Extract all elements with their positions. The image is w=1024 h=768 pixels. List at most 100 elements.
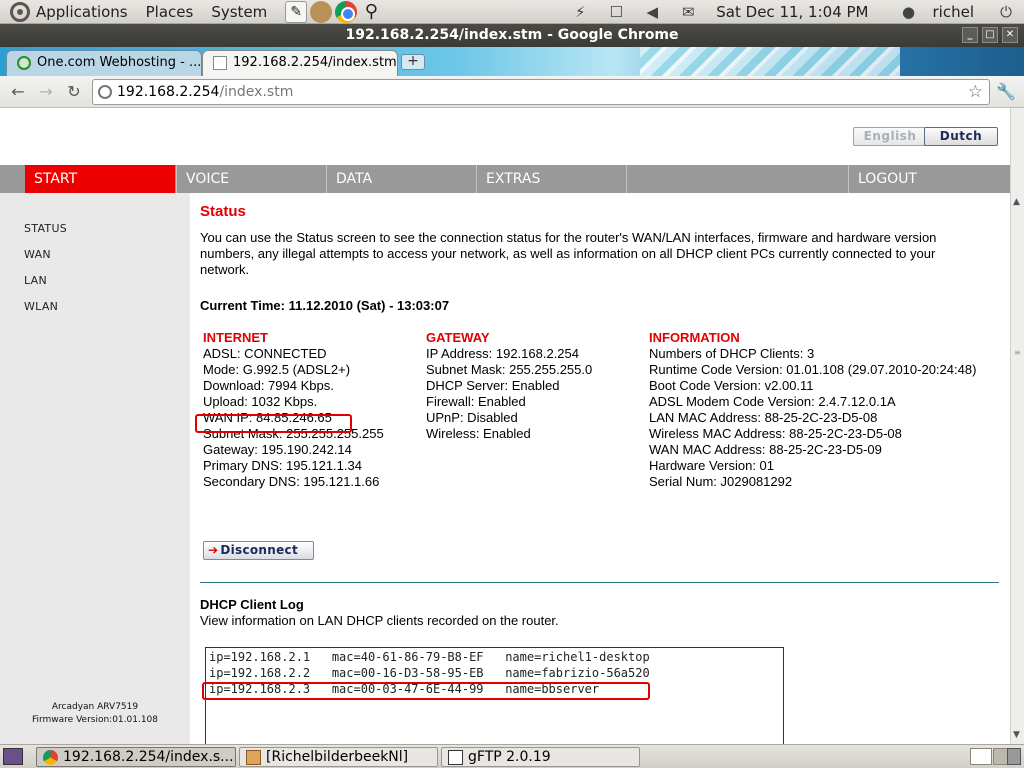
device-model: Arcadyan ARV7519	[51, 702, 139, 712]
information-row: Runtime Code Version: 01.01.108 (29.07.2…	[649, 362, 977, 377]
bottom-panel: 192.168.2.254/index.s... [Richelbilderbe…	[0, 744, 1024, 768]
information-row: WAN MAC Address: 88-25-2C-23-D5-09	[649, 442, 882, 457]
tab-onecom[interactable]: One.com Webhosting - ...	[6, 50, 202, 76]
disconnect-button[interactable]: ➔ Disconnect	[203, 541, 314, 560]
information-row: LAN MAC Address: 88-25-2C-23-D5-08	[649, 410, 878, 425]
taskbar-label: gFTP 2.0.19	[468, 749, 551, 765]
ubuntu-logo-icon[interactable]	[10, 1, 30, 22]
chat-status-icon[interactable]: ●	[899, 3, 919, 21]
bbserver-highlight	[202, 682, 650, 700]
chrome-launcher-icon[interactable]	[335, 0, 358, 23]
section-divider	[200, 582, 999, 583]
dhcp-log-row: ip=192.168.2.2 mac=00-16-D3-58-95-EB nam…	[209, 666, 650, 680]
dhcp-log-row: ip=192.168.2.1 mac=40-61-86-79-B8-EF nam…	[209, 650, 650, 664]
gateway-row: Wireless: Enabled	[426, 426, 531, 441]
internet-row: Mode: G.992.5 (ADSL2+)	[203, 362, 351, 377]
tab-label: One.com Webhosting - ...	[37, 55, 202, 70]
taskbar-label: 192.168.2.254/index.s...	[63, 749, 234, 765]
window-titlebar[interactable]: 192.168.2.254/index.stm - Google Chrome …	[0, 24, 1024, 47]
main-nav: START VOICE DATA EXTRAS LOGOUT	[0, 165, 1010, 193]
information-row: ADSL Modem Code Version: 2.4.7.12.0.1A	[649, 394, 896, 409]
chrome-icon	[43, 750, 58, 765]
close-window-button[interactable]: ✕	[1002, 27, 1018, 43]
scroll-down-icon[interactable]: ▼	[1013, 730, 1020, 740]
information-row: Serial Num: J029081292	[649, 474, 793, 489]
mail-icon[interactable]: ✉	[678, 3, 698, 21]
address-bar[interactable]: 192.168.2.254/index.stm ☆	[92, 79, 990, 105]
back-arrow-icon[interactable]: ←	[8, 82, 28, 102]
forward-arrow-icon[interactable]: →	[36, 82, 56, 102]
internet-row: ADSL: CONNECTED	[203, 346, 327, 361]
menu-system[interactable]: System	[211, 3, 267, 21]
nav-voice[interactable]: VOICE	[176, 165, 326, 193]
user-menu[interactable]: richel	[933, 3, 974, 21]
gateway-row: DHCP Server: Enabled	[426, 378, 560, 393]
minimize-button[interactable]: _	[962, 27, 978, 43]
menu-applications[interactable]: Applications	[36, 3, 128, 21]
notes-icon[interactable]: ☐	[606, 3, 626, 21]
clock[interactable]: Sat Dec 11, 1:04 PM	[716, 3, 868, 21]
taskbar-item-chrome[interactable]: 192.168.2.254/index.s...	[36, 747, 236, 767]
arrow-right-icon: ➔	[208, 543, 219, 557]
information-row: Numbers of DHCP Clients: 3	[649, 346, 815, 361]
globe-favicon-icon	[17, 56, 31, 70]
taskbar-item-gftp[interactable]: gFTP 2.0.19	[441, 747, 640, 767]
internet-row: Upload: 1032 Kbps.	[203, 394, 318, 409]
bookmark-star-icon[interactable]: ☆	[968, 80, 983, 104]
reload-icon[interactable]: ↻	[64, 82, 84, 102]
folder-icon	[246, 750, 261, 765]
page-info-icon[interactable]	[98, 85, 112, 99]
wan-ip-highlight	[195, 414, 352, 433]
scroll-grip-icon[interactable]: ≡	[1014, 348, 1021, 357]
search-launcher-icon[interactable]: ⚲	[360, 1, 382, 23]
network-icon[interactable]: ⚡	[570, 3, 590, 21]
tab-router-status[interactable]: 192.168.2.254/index.stm ✕	[202, 50, 398, 76]
top-panel: Applications Places System ✎ ⚲ ⚡ ☐ ◀ ✉ S…	[0, 0, 1024, 24]
dhcp-log-description: View information on LAN DHCP clients rec…	[200, 613, 559, 628]
taskbar-item-folder[interactable]: [RichelbilderbeekNl]	[239, 747, 438, 767]
sidebar-item-status[interactable]: STATUS	[24, 222, 67, 235]
workspace-1[interactable]	[970, 748, 992, 765]
maximize-button[interactable]: □	[982, 27, 998, 43]
firmware-version: Firmware Version:01.01.108	[31, 715, 159, 725]
sidebar-item-wlan[interactable]: WLAN	[24, 300, 58, 313]
gimp-launcher-icon[interactable]	[310, 0, 333, 23]
nav-data[interactable]: DATA	[326, 165, 476, 193]
information-heading: INFORMATION	[649, 330, 740, 345]
current-time: Current Time: 11.12.2010 (Sat) - 13:03:0…	[200, 298, 450, 313]
sidebar-item-wan[interactable]: WAN	[24, 248, 51, 261]
taskbar-label: [RichelbilderbeekNl]	[266, 749, 409, 765]
wrench-menu-icon[interactable]: 🔧	[996, 82, 1016, 101]
dutch-button[interactable]: Dutch	[924, 127, 998, 146]
page-viewport: English Dutch START VOICE DATA EXTRAS LO…	[0, 108, 1010, 744]
english-button[interactable]: English	[853, 127, 927, 146]
power-icon[interactable]: ⏻	[996, 3, 1016, 21]
nav-extras[interactable]: EXTRAS	[476, 165, 626, 193]
page-favicon-icon	[213, 56, 227, 70]
trash-icon[interactable]	[1007, 748, 1021, 765]
internet-row: Gateway: 195.190.242.14	[203, 442, 352, 457]
gateway-column: GATEWAY IP Address: 192.168.2.254 Subnet…	[426, 330, 592, 442]
nav-start[interactable]: START	[25, 165, 175, 193]
vertical-scrollbar[interactable]: ▲ ≡ ▼	[1010, 108, 1024, 744]
information-row: Hardware Version: 01	[649, 458, 775, 473]
show-desktop-icon[interactable]	[3, 748, 23, 765]
sidebar-item-lan[interactable]: LAN	[24, 274, 47, 287]
tab-label: 192.168.2.254/index.stm	[233, 55, 397, 70]
nav-logout[interactable]: LOGOUT	[848, 165, 998, 193]
text-editor-launcher-icon[interactable]: ✎	[285, 0, 308, 23]
internet-row: Secondary DNS: 195.121.1.66	[203, 474, 380, 489]
nav-spacer	[626, 165, 848, 193]
page-title: Status	[200, 203, 246, 220]
volume-icon[interactable]: ◀	[642, 3, 662, 21]
internet-row: Primary DNS: 195.121.1.34	[203, 458, 362, 473]
intro-text: You can use the Status screen to see the…	[200, 230, 937, 277]
new-tab-button[interactable]: +	[401, 54, 425, 70]
menu-places[interactable]: Places	[146, 3, 194, 21]
gftp-icon	[448, 750, 463, 765]
scroll-up-icon[interactable]: ▲	[1013, 197, 1020, 207]
browser-toolbar: ← → ↻ 192.168.2.254/index.stm ☆ 🔧	[0, 76, 1024, 108]
window-title: 192.168.2.254/index.stm - Google Chrome	[345, 27, 679, 43]
internet-row: Download: 7994 Kbps.	[203, 378, 334, 393]
gateway-heading: GATEWAY	[426, 330, 490, 345]
